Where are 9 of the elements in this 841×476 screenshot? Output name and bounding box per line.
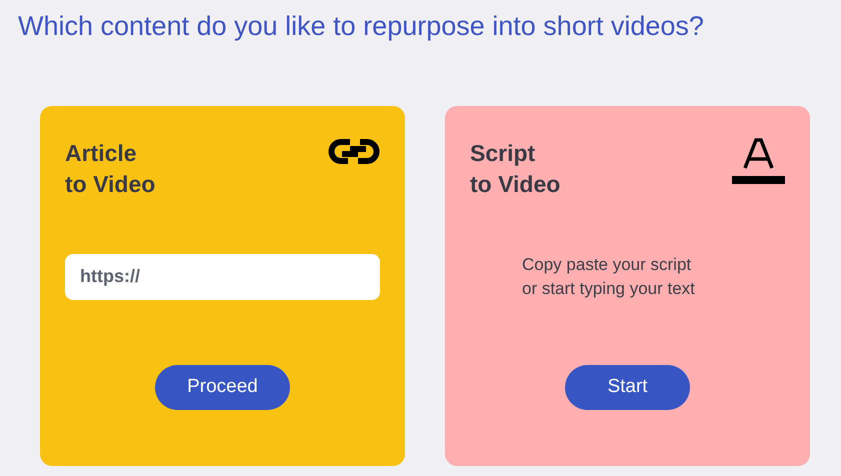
card-title: Article to Video xyxy=(65,139,156,199)
page-heading: Which content do you like to repurpose into short videos? xyxy=(17,10,705,43)
link-icon xyxy=(328,138,380,165)
text-format-icon xyxy=(732,138,785,184)
url-input[interactable]: https:// xyxy=(65,254,380,300)
proceed-button[interactable]: Proceed xyxy=(155,365,290,410)
card-title: Script to Video xyxy=(470,139,560,199)
start-button[interactable]: Start xyxy=(565,365,690,410)
description: Copy paste your script or start typing your text xyxy=(521,254,695,300)
